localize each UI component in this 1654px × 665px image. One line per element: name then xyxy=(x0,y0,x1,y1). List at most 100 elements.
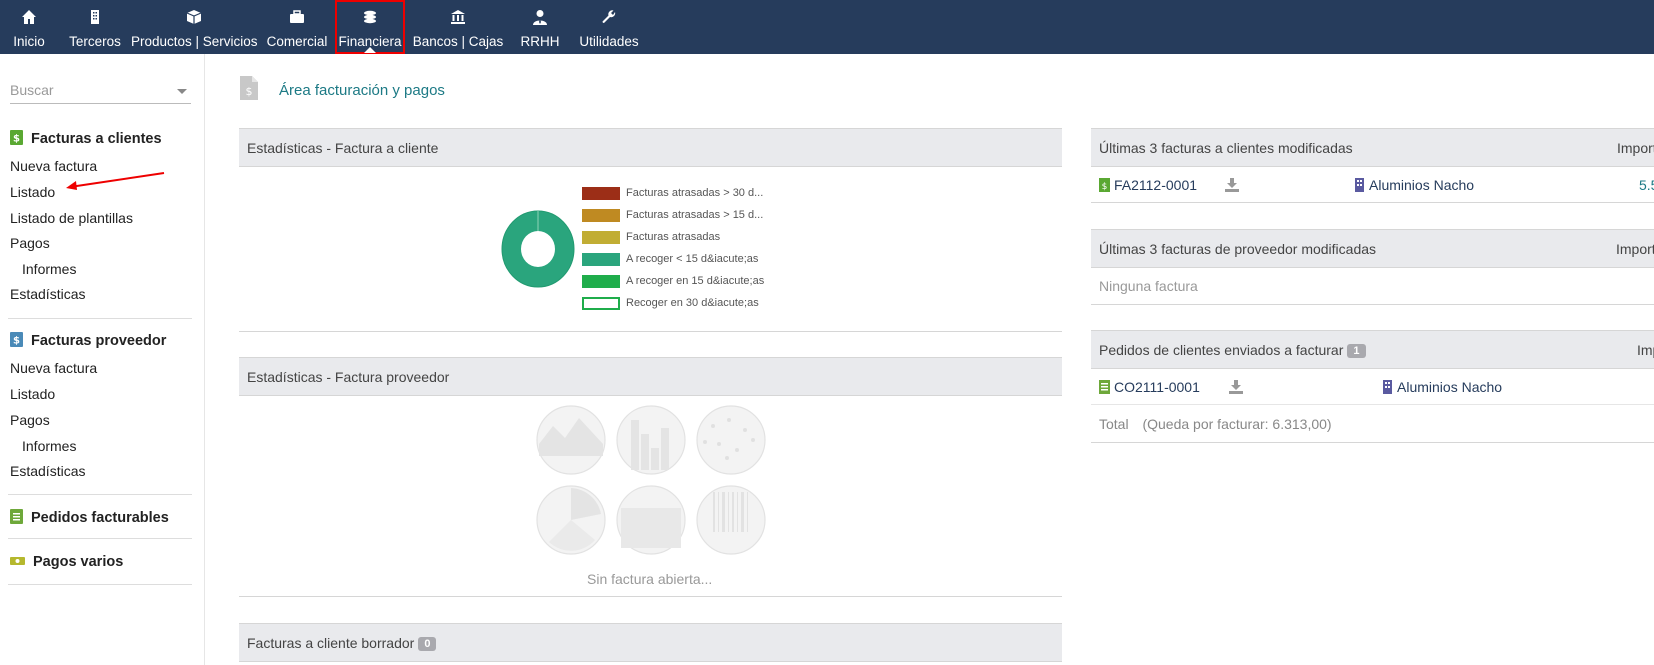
row-divider xyxy=(1091,404,1654,405)
panel-title: Estadísticas - Factura a cliente xyxy=(247,140,439,156)
legend-swatch xyxy=(582,187,620,200)
order-icon xyxy=(10,509,23,524)
company-link[interactable]: Aluminios Nacho xyxy=(1354,177,1474,193)
order-ref: CO2111-0001 xyxy=(1114,379,1200,395)
legend-swatch xyxy=(582,297,620,310)
active-caret-icon xyxy=(364,47,376,53)
legend-swatch xyxy=(582,209,620,222)
supplier-invoice-icon: $ xyxy=(10,332,23,347)
building-icon xyxy=(1355,178,1364,192)
panel-orders-to-invoice-header: Pedidos de clientes enviados a facturar 1… xyxy=(1091,330,1654,369)
sidebar-heading-facturas-proveedor[interactable]: $ Facturas proveedor xyxy=(10,332,166,349)
nav-inicio[interactable]: Inicio xyxy=(8,0,50,54)
sidebar-link-pagos-proveedor[interactable]: Pagos xyxy=(10,412,50,428)
invoice-link[interactable]: $ FA2112-0001 xyxy=(1099,177,1197,193)
nav-utilidades[interactable]: Utilidades xyxy=(576,0,642,54)
svg-text:$: $ xyxy=(1102,182,1108,192)
count-badge: 1 xyxy=(1347,344,1366,358)
left-sidebar: Buscar $ Facturas a clientes Nueva factur… xyxy=(0,54,205,665)
sidebar-link-estadisticas[interactable]: Estadísticas xyxy=(10,286,85,302)
legend-label: Recoger en 30 d&iacute;as xyxy=(626,297,759,309)
panel-stats-customer-header: Estadísticas - Factura a cliente xyxy=(239,128,1062,167)
company-name: Aluminios Nacho xyxy=(1369,177,1475,193)
nav-productos-servicios[interactable]: Productos | Servicios xyxy=(131,0,258,54)
invoice-icon: $ xyxy=(1099,178,1110,192)
panel-title-with-badge: Pedidos de clientes enviados a facturar 1 xyxy=(1099,342,1366,358)
money-icon xyxy=(10,557,25,565)
legend-label: A recoger < 15 d&iacute;as xyxy=(626,253,759,265)
panel-bottom-border xyxy=(1091,202,1654,203)
sidebar-link-informes-proveedor[interactable]: Informes xyxy=(22,438,76,454)
sidebar-heading-pedidos-facturables[interactable]: Pedidos facturables xyxy=(10,509,169,526)
svg-text:$: $ xyxy=(13,134,20,145)
nav-label: Utilidades xyxy=(579,34,639,49)
panel-title: Facturas a cliente borrador xyxy=(247,635,415,651)
nav-terceros[interactable]: Terceros xyxy=(66,0,124,54)
invoice-icon: $ xyxy=(10,130,23,145)
panel-bottom-border xyxy=(239,331,1062,332)
panel-title: Últimas 3 facturas a clientes modificada… xyxy=(1099,140,1353,156)
panel-title-with-badge: Facturas a cliente borrador 0 xyxy=(247,635,437,651)
sidebar-link-pagos[interactable]: Pagos xyxy=(10,235,50,251)
svg-text:$: $ xyxy=(246,85,253,98)
empty-chart-text: Sin factura abierta... xyxy=(587,571,713,587)
panel-title: Pedidos de clientes enviados a facturar xyxy=(1099,342,1344,358)
download-icon[interactable] xyxy=(1225,178,1239,192)
sidebar-heading-label: Facturas a clientes xyxy=(31,131,162,147)
legend-swatch xyxy=(582,275,620,288)
nav-financiera[interactable]: Financiera xyxy=(335,0,405,54)
search-placeholder: Buscar xyxy=(10,82,54,98)
legend-label: A recoger en 15 d&iacute;as xyxy=(626,275,765,287)
nav-comercial[interactable]: Comercial xyxy=(266,0,328,54)
sidebar-link-listado-proveedor[interactable]: Listado xyxy=(10,386,55,402)
company-name: Aluminios Nacho xyxy=(1397,379,1503,395)
legend-swatch xyxy=(582,253,620,266)
coins-icon xyxy=(364,10,376,24)
sidebar-link-listado[interactable]: Listado xyxy=(10,184,55,200)
download-icon[interactable] xyxy=(1229,380,1243,394)
building-icon xyxy=(91,10,99,24)
nav-rrhh[interactable]: RRHH xyxy=(516,0,564,54)
panel-bottom-border xyxy=(1091,304,1654,305)
nav-label: RRHH xyxy=(520,34,560,49)
panel-last-supplier-invoices-header: Últimas 3 facturas de proveedor modifica… xyxy=(1091,229,1654,268)
briefcase-icon xyxy=(290,10,304,23)
total-note: (Queda por facturar: 6.313,00) xyxy=(1142,416,1332,432)
sidebar-link-listado-plantillas[interactable]: Listado de plantillas xyxy=(10,210,133,226)
count-badge: 0 xyxy=(418,637,437,651)
panel-drafts-header: Facturas a cliente borrador 0 xyxy=(239,623,1062,662)
total-label: Total xyxy=(1099,416,1129,432)
sidebar-divider xyxy=(8,584,192,585)
nav-bancos-cajas[interactable]: Bancos | Cajas xyxy=(412,0,504,54)
legend-label: Facturas atrasadas xyxy=(626,231,721,243)
sidebar-link-estadisticas-proveedor[interactable]: Estadísticas xyxy=(10,463,85,479)
order-link[interactable]: CO2111-0001 xyxy=(1099,379,1200,395)
column-header-amount: Import xyxy=(1617,140,1654,156)
nav-label: Bancos | Cajas xyxy=(412,34,504,49)
sidebar-link-nueva-factura-proveedor[interactable]: Nueva factura xyxy=(10,360,97,376)
bank-icon xyxy=(451,10,465,24)
sidebar-heading-label: Facturas proveedor xyxy=(31,333,167,349)
sidebar-heading-label: Pedidos facturables xyxy=(31,510,169,526)
svg-text:$: $ xyxy=(13,336,20,347)
top-navbar: Inicio Terceros Productos | Servicios Co… xyxy=(0,0,1654,54)
panel-title: Últimas 3 facturas de proveedor modifica… xyxy=(1099,241,1377,257)
dropdown-arrow-icon[interactable] xyxy=(177,89,187,94)
sidebar-heading-label: Pagos varios xyxy=(33,554,124,570)
invoice-ref: FA2112-0001 xyxy=(1114,177,1198,193)
column-header-amount: Import xyxy=(1616,241,1654,257)
sidebar-link-informes[interactable]: Informes xyxy=(22,261,76,277)
customer-invoices-donut-chart xyxy=(501,210,575,288)
panel-title: Estadísticas - Factura proveedor xyxy=(247,369,450,385)
company-link[interactable]: Aluminios Nacho xyxy=(1382,379,1502,395)
sidebar-heading-facturas-clientes[interactable]: $ Facturas a clientes xyxy=(10,130,162,147)
search-select[interactable]: Buscar xyxy=(10,80,191,104)
panel-bottom-border xyxy=(1091,442,1654,443)
sidebar-divider xyxy=(8,494,192,495)
empty-charts-placeholder xyxy=(536,405,766,555)
sidebar-heading-pagos-varios[interactable]: Pagos varios xyxy=(10,553,123,570)
billing-area-icon: $ xyxy=(240,76,258,100)
panel-stats-supplier-header: Estadísticas - Factura proveedor xyxy=(239,357,1062,396)
column-header-amount: Imp xyxy=(1637,342,1654,358)
empty-list-text: Ninguna factura xyxy=(1099,278,1198,294)
